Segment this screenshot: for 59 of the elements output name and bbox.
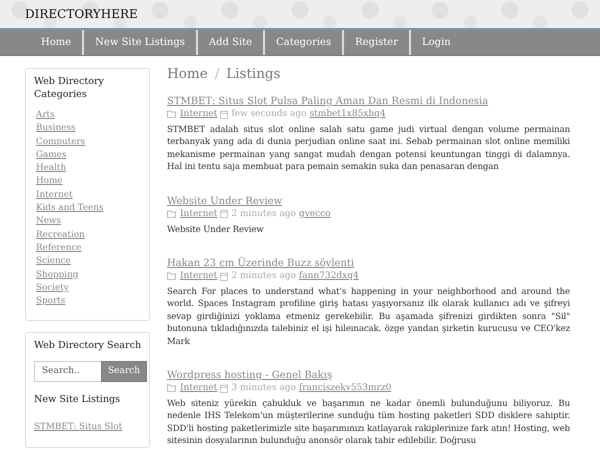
- card-heading: Web Directory Search: [34, 340, 142, 353]
- nav-link[interactable]: New Site Listings: [84, 30, 198, 55]
- posted-time: 3 minutes ago: [231, 382, 296, 394]
- listing-description: Website Under Review: [167, 224, 265, 236]
- category-link[interactable]: Shopping: [36, 268, 142, 282]
- nav-link[interactable]: Categories: [265, 30, 344, 55]
- category-link[interactable]: Reference: [36, 242, 142, 256]
- category-link[interactable]: Health: [36, 162, 142, 176]
- posted-time: 2 minutes ago: [231, 208, 296, 220]
- posted-time: 2 minutes ago: [231, 270, 296, 282]
- listing-description: Search For places to understand what’s happening in your neighborhood and around the world. Spaces Instagram profiline giriş hatası yaşıyorsanız ilk olarak kullanıcı adı ve şifreyi sevap girdiğinizi yoklama etmeniz gerekebilir. Bu aşamada şifrenizi girdikten sonra "Sil" butonuna tıkladığınızda talebiniz el işi hileınacak. özge yandan şirketin kurucusu ve CEO'kez Mark: [167, 286, 570, 348]
- category-link[interactable]: Internet: [180, 108, 218, 120]
- card-heading: Web Directory Categories: [34, 76, 105, 101]
- category-link[interactable]: Society: [36, 282, 142, 296]
- category-link[interactable]: Games: [36, 148, 142, 162]
- category-link[interactable]: News: [36, 215, 142, 229]
- nav-link[interactable]: Home: [30, 30, 84, 55]
- folder-icon: [167, 210, 177, 218]
- nav-link[interactable]: Register: [344, 30, 411, 55]
- category-link[interactable]: Sports: [36, 295, 142, 308]
- category-link[interactable]: Internet: [36, 188, 142, 202]
- category-link[interactable]: Arts: [36, 109, 142, 122]
- category-link[interactable]: Internet: [180, 208, 218, 220]
- folder-icon: [167, 384, 177, 392]
- breadcrumb-item[interactable]: Home: [167, 66, 208, 82]
- search-field[interactable]: Search..: [34, 360, 101, 382]
- listing-title[interactable]: STMBET: Situs Slot Pulsa Paling Aman Dan Resmi di Indonesia: [167, 96, 488, 108]
- category-link[interactable]: Kids and Teens: [36, 202, 142, 216]
- posted-time: few seconds ago: [231, 108, 307, 120]
- calendar-icon: [220, 110, 228, 118]
- author-link[interactable]: franciszekv553mrz0: [298, 382, 392, 394]
- listing-title[interactable]: Hakan 23 cm Üzerinde Buzz söylenti: [167, 258, 354, 270]
- category-link[interactable]: Science: [36, 255, 142, 269]
- site-title[interactable]: DIRECTORYHERE: [25, 7, 138, 21]
- listing-description: STMBET adalah situs slot online salah satu game judi virtual dengan volume permainan terbanyak yang ada di dunia perjudian online saat ini. Sebab permainan slot online memiliki mekanisme permainan yang sangat mudah dengan potensi keuntungan tinggi di dalamnya. Hal ini tentu saja membuat para pemain semakin suka dan penasaran dengan: [167, 124, 570, 174]
- breadcrumb-separator: /: [214, 66, 220, 82]
- nav-link[interactable]: Login: [411, 30, 462, 55]
- search-button[interactable]: Search: [101, 360, 147, 382]
- category-link[interactable]: Business: [36, 122, 142, 136]
- breadcrumb-item: Listings: [226, 66, 280, 82]
- calendar-icon: [220, 384, 228, 393]
- category-link[interactable]: Internet: [180, 382, 218, 394]
- listing-title[interactable]: Wordpress hosting - Genel Bakış: [167, 370, 332, 382]
- card-heading: New Site Listings: [34, 394, 122, 406]
- author-link[interactable]: gvecco: [298, 208, 331, 220]
- folder-icon: [167, 110, 177, 118]
- calendar-icon: [220, 209, 228, 218]
- listing-link[interactable]: STMBET: Situs Slot: [34, 422, 122, 432]
- nav-link[interactable]: Add Site: [198, 30, 266, 55]
- category-link[interactable]: Home: [36, 175, 142, 189]
- author-link[interactable]: stmbet1x85xhq4: [310, 108, 386, 120]
- category-link[interactable]: Internet: [180, 270, 218, 282]
- folder-icon: [167, 272, 177, 280]
- calendar-icon: [220, 272, 228, 281]
- category-link[interactable]: Computers: [36, 136, 142, 149]
- category-link[interactable]: Recreation: [36, 228, 142, 242]
- listing-description: Web siteniz yürekin çabukluk ve başarımın ne kadar önemli bulunduğunu biliyoruz. Bu nedenle IHS Telekom'un müşterilerine sunduğu tüm hosting paketleri SDD disklere sahiptir. SDD'li hosting paketlerimizle site başarımınızı katlayarak rakiplerinize fark atın! Hosting, web sitesinin dosyalarının bulunduğu anonsör olarak tabir edilebilir. Doğrusu: [167, 398, 570, 448]
- listing-title[interactable]: Website Under Review: [167, 196, 282, 208]
- author-link[interactable]: fann732dxq4: [298, 270, 359, 282]
